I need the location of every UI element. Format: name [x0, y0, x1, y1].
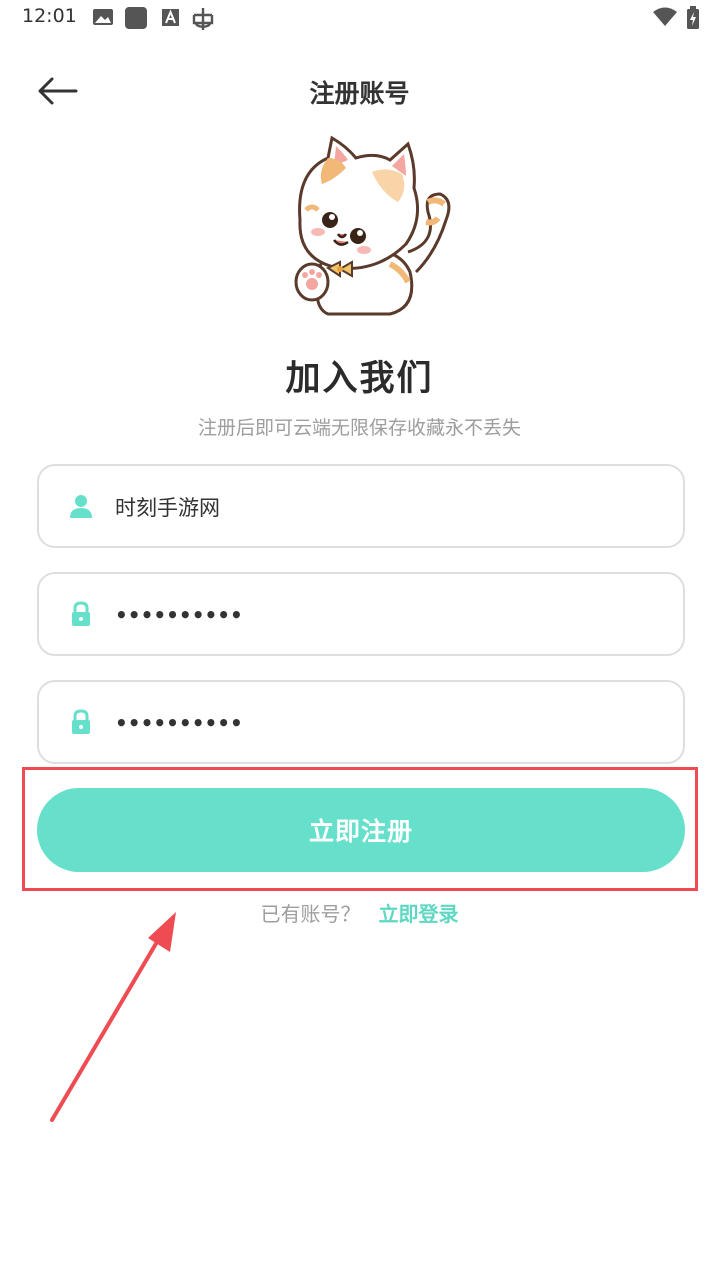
password-field[interactable] [37, 572, 685, 656]
user-icon [70, 495, 92, 518]
login-link[interactable]: 立即登录 [379, 902, 459, 926]
cat-mascot-illustration [294, 135, 451, 316]
welcome-heading: 加入我们 [285, 359, 434, 399]
annotation-arrow-icon [50, 912, 176, 1122]
font-icon [162, 9, 179, 26]
square-icon [125, 7, 147, 29]
register-button[interactable]: 立即注册 [37, 788, 685, 872]
lock-icon [72, 709, 90, 734]
status-time: 12:01 [22, 5, 77, 27]
login-prompt-text: 已有账号？ [260, 902, 361, 926]
confirm-password-field[interactable] [37, 680, 685, 764]
lock-icon [72, 601, 90, 626]
page-title: 注册账号 [309, 79, 410, 108]
battery-icon [687, 6, 699, 29]
image-icon [93, 9, 113, 25]
app-bar: 注册账号 [0, 56, 719, 126]
wifi-icon [653, 7, 677, 26]
username-input[interactable] [115, 486, 655, 528]
confirm-password-input[interactable] [115, 702, 655, 744]
password-input[interactable] [115, 594, 655, 636]
bug-icon [192, 8, 214, 30]
username-field[interactable] [37, 464, 685, 548]
welcome-subtitle: 注册后即可云端无限保存收藏永不丢失 [197, 417, 521, 439]
status-bar: 12:01 [0, 0, 719, 36]
